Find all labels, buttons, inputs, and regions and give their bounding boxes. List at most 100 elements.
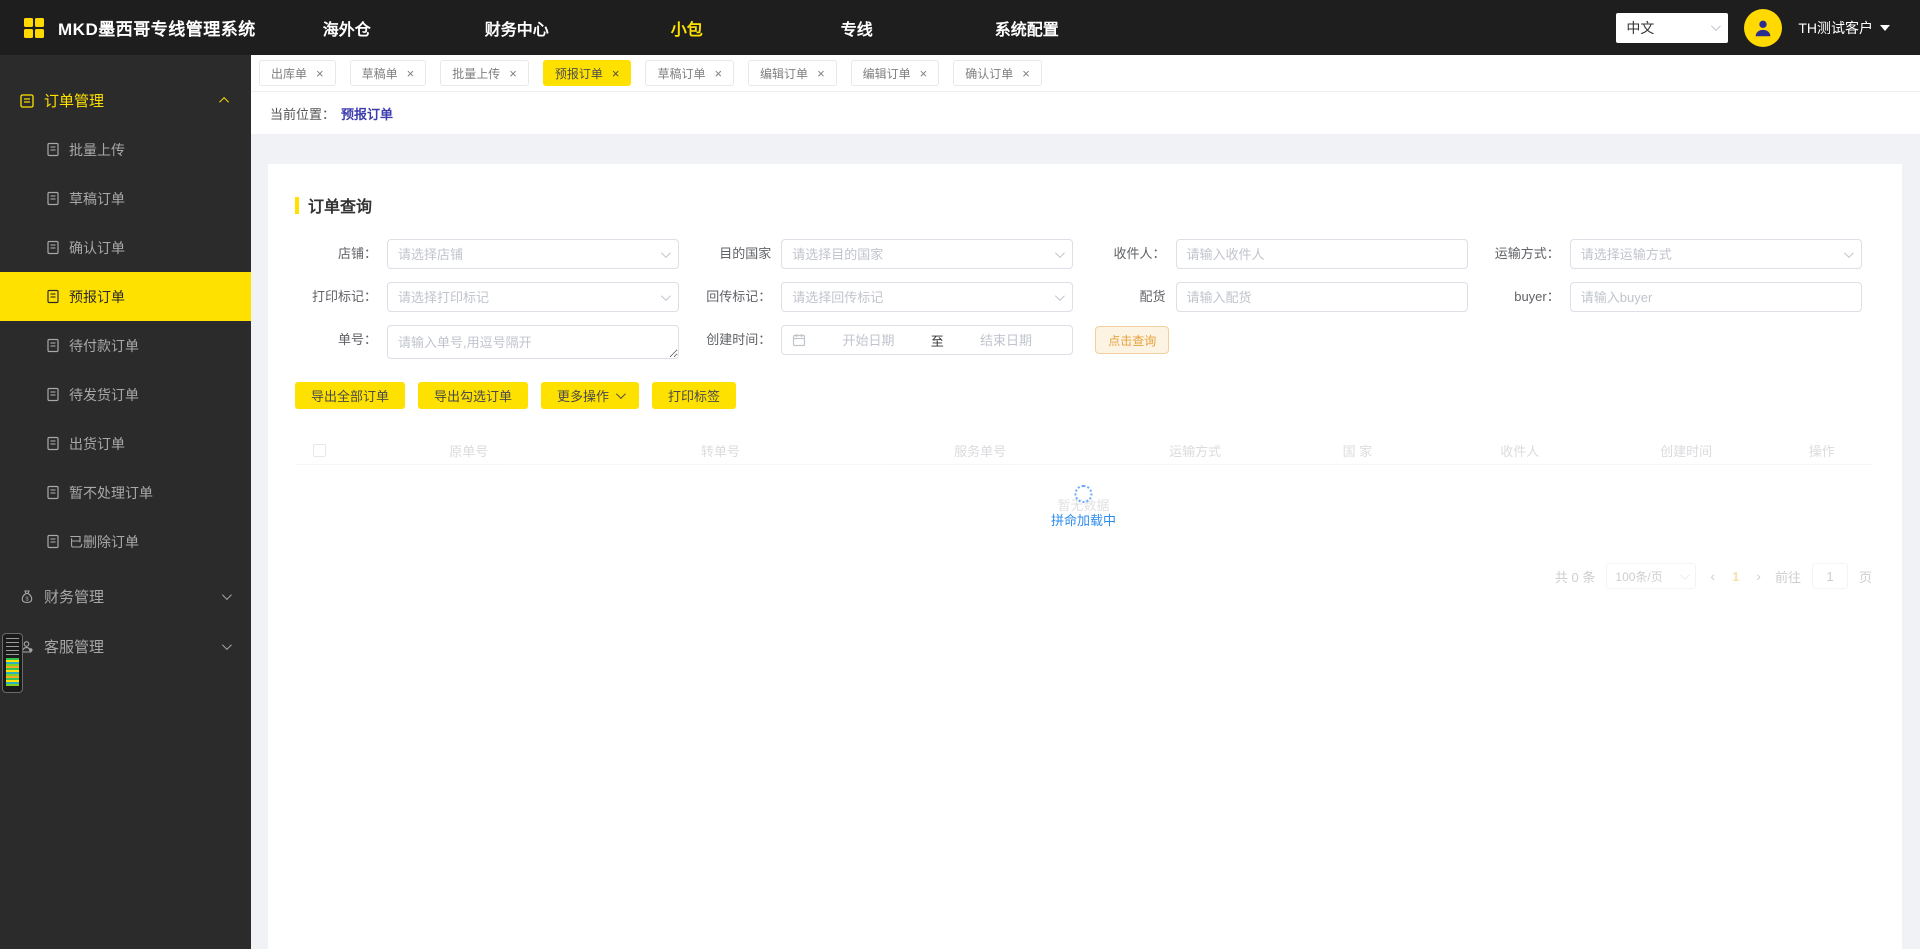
sidebar-item-pending-payment-orders[interactable]: 待付款订单: [0, 321, 251, 370]
sidebar-item-confirmed-orders[interactable]: 确认订单: [0, 223, 251, 272]
close-icon[interactable]: ×: [714, 67, 722, 80]
print-label-button[interactable]: 打印标签: [652, 382, 737, 409]
print-mark-input[interactable]: [398, 289, 655, 305]
buyer-input-wrap[interactable]: [1569, 282, 1862, 312]
sidebar-item-deleted-orders[interactable]: 已删除订单: [0, 517, 251, 566]
sidebar-item-draft-orders[interactable]: 草稿订单: [0, 174, 251, 223]
page-size-label: 100条/页: [1615, 569, 1663, 584]
export-selected-orders-button[interactable]: 导出勾选订单: [418, 382, 529, 409]
tab-edit-order[interactable]: 编辑订单 ×: [748, 60, 837, 86]
sidebar-group-finance-management[interactable]: $ 财务管理: [0, 571, 251, 621]
sidebar-item-pending-shipment-orders[interactable]: 待发货订单: [0, 370, 251, 419]
table-body: 暂无数据 拼命加载中: [295, 465, 1872, 553]
chevron-down-icon: [1711, 21, 1722, 32]
table-header: 原单号 转单号 服务单号 运输方式 国 家 收件人 创建时间 操作: [295, 436, 1872, 465]
column-original-no: 原单号: [449, 443, 489, 459]
sidebar-item-label: 批量上传: [69, 141, 125, 158]
goto-page-input[interactable]: [1811, 563, 1848, 589]
field-receiver: 收件人：: [1084, 239, 1478, 269]
date-range-picker[interactable]: 至: [781, 325, 1074, 355]
user-icon: [1755, 20, 1771, 36]
section-title-text: 订单查询: [308, 199, 373, 216]
chevron-down-icon: [221, 589, 232, 600]
tab-draft-orders[interactable]: 草稿订单 ×: [645, 60, 735, 86]
export-all-orders-button[interactable]: 导出全部订单: [295, 382, 406, 409]
buyer-input[interactable]: [1580, 289, 1851, 305]
column-service-no: 服务单号: [954, 443, 1007, 459]
sidebar-item-batch-upload[interactable]: 批量上传: [0, 125, 251, 174]
tab-edit-order[interactable]: 编辑订单 ×: [850, 60, 940, 86]
close-icon[interactable]: ×: [316, 67, 324, 80]
sidebar-item-label: 待发货订单: [69, 386, 139, 403]
loading-indicator: 拼命加载中: [1051, 485, 1116, 529]
search-button[interactable]: 点击查询: [1095, 326, 1170, 354]
return-mark-input[interactable]: [792, 289, 1050, 305]
tab-draft-sheet[interactable]: 草稿单 ×: [349, 60, 427, 86]
close-icon[interactable]: ×: [920, 67, 928, 80]
close-icon[interactable]: ×: [509, 67, 517, 80]
top-bar: MKD墨西哥专线管理系统 海外仓 财务中心 小包 专线 系统配置 中文 TH测试…: [0, 0, 1920, 55]
select-all-checkbox[interactable]: [312, 443, 326, 457]
tab-label: 预报订单: [554, 66, 603, 81]
app-grid-icon[interactable]: [24, 17, 44, 38]
nav-item-dedicated-line[interactable]: 专线: [772, 16, 942, 40]
document-icon: [47, 485, 59, 500]
return-mark-select[interactable]: [781, 282, 1074, 312]
tab-label: 编辑订单: [760, 66, 809, 81]
current-page-button[interactable]: 1: [1729, 569, 1742, 584]
sidebar-item-forecast-orders[interactable]: 预报订单: [0, 272, 251, 321]
sidebar-item-label: 待付款订单: [69, 337, 139, 354]
username-label: TH测试客户: [1798, 19, 1873, 36]
next-page-button[interactable]: ›: [1753, 568, 1764, 584]
shop-select[interactable]: [387, 239, 679, 269]
start-date-input[interactable]: [812, 332, 925, 348]
order-no-textarea[interactable]: [387, 325, 679, 359]
receiver-input-wrap[interactable]: [1175, 239, 1468, 269]
avatar[interactable]: [1744, 8, 1783, 47]
close-icon[interactable]: ×: [1022, 67, 1030, 80]
sidebar-group-label: 客服管理: [44, 638, 105, 656]
tab-forecast-orders[interactable]: 预报订单 ×: [542, 60, 632, 86]
close-icon[interactable]: ×: [612, 67, 620, 80]
destination-country-input[interactable]: [792, 246, 1050, 262]
sidebar-item-on-hold-orders[interactable]: 暂不处理订单: [0, 468, 251, 517]
tab-batch-upload[interactable]: 批量上传 ×: [440, 60, 529, 86]
floating-widget[interactable]: [2, 633, 23, 693]
chevron-down-icon: [660, 290, 671, 301]
tab-confirm-order[interactable]: 确认订单 ×: [953, 60, 1042, 86]
field-order-no: 单号：: [295, 325, 689, 359]
print-mark-select[interactable]: [387, 282, 679, 312]
column-create-time: 创建时间: [1660, 443, 1713, 459]
end-date-input[interactable]: [949, 332, 1063, 348]
prev-page-button[interactable]: ‹: [1707, 568, 1718, 584]
destination-country-select[interactable]: [781, 239, 1074, 269]
nav-item-finance-center[interactable]: 财务中心: [432, 16, 602, 40]
shipping-method-input[interactable]: [1580, 246, 1838, 262]
money-bag-icon: $: [21, 589, 33, 603]
nav-item-system-config[interactable]: 系统配置: [942, 16, 1112, 40]
nav-item-small-parcel[interactable]: 小包: [602, 16, 772, 40]
nav-item-overseas-warehouse[interactable]: 海外仓: [262, 16, 432, 40]
shipping-method-select[interactable]: [1569, 239, 1862, 269]
chevron-down-icon: [1843, 247, 1854, 258]
sidebar-item-label: 预报订单: [69, 288, 125, 305]
user-menu[interactable]: TH测试客户: [1798, 18, 1890, 38]
allocate-input-wrap[interactable]: [1175, 282, 1468, 312]
page-size-select[interactable]: 100条/页: [1606, 563, 1697, 589]
sidebar-group-customer-service[interactable]: 客服管理: [0, 621, 251, 671]
tab-outbound-order[interactable]: 出库单 ×: [259, 60, 336, 86]
sidebar-group-order-management[interactable]: 订单管理: [0, 75, 251, 125]
more-actions-button[interactable]: 更多操作: [541, 382, 640, 409]
field-destination-country: 目的国家: [689, 239, 1083, 269]
allocate-input[interactable]: [1186, 289, 1457, 305]
document-icon: [47, 387, 59, 402]
sidebar-item-shipped-orders[interactable]: 出货订单: [0, 419, 251, 468]
receiver-input[interactable]: [1186, 246, 1457, 262]
language-select[interactable]: 中文: [1616, 12, 1729, 43]
breadcrumb-current[interactable]: 预报订单: [341, 104, 393, 123]
shop-select-input[interactable]: [398, 246, 655, 262]
close-icon[interactable]: ×: [817, 67, 825, 80]
pagination: 共 0 条 100条/页 ‹ 1 › 前往 页: [295, 563, 1872, 589]
column-operation: 操作: [1808, 443, 1835, 459]
close-icon[interactable]: ×: [407, 67, 415, 80]
